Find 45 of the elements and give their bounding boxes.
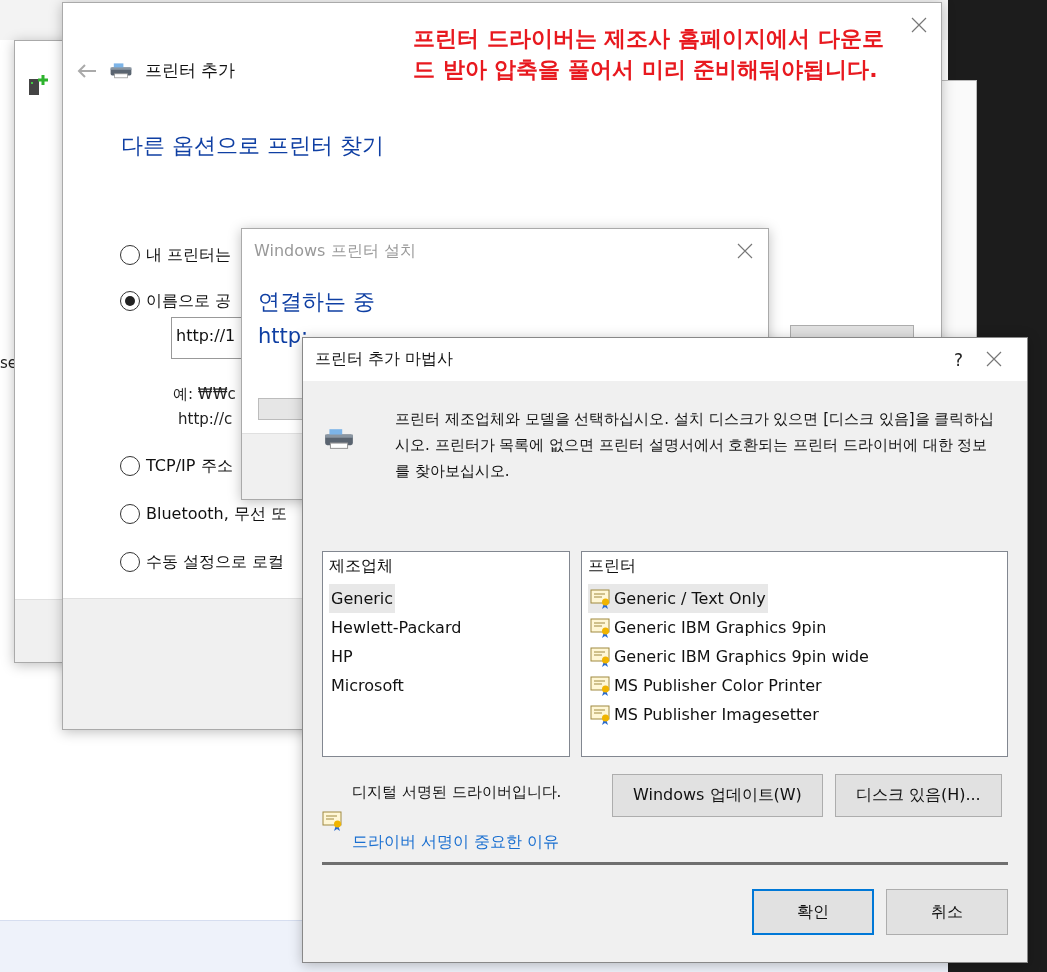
column-header: 프린터 [587, 556, 637, 577]
list-item[interactable]: MS Publisher Color Printer [587, 671, 824, 700]
window-title: 프린터 추가 [145, 59, 236, 82]
list-item[interactable]: Generic [329, 584, 396, 613]
list-item[interactable]: HP [329, 642, 355, 671]
printer-icon [109, 60, 133, 81]
example-text: 예: ₩₩c [173, 384, 236, 405]
signed-text: 디지털 서명된 드라이버입니다. [352, 783, 562, 802]
window-title: 프린터 추가 마법사 [315, 349, 455, 370]
list-item[interactable]: Microsoft [329, 671, 406, 700]
status-heading: 연결하는 중 [258, 288, 375, 316]
list-item[interactable]: Generic IBM Graphics 9pin [587, 613, 829, 642]
update-button[interactable]: Windows 업데이트(W) [612, 774, 823, 817]
printer-icon [323, 426, 355, 452]
certificate-icon [589, 645, 612, 668]
close-icon[interactable] [986, 351, 1002, 367]
certificate-icon [322, 810, 344, 832]
list-item[interactable]: MS Publisher Imagesetter [587, 700, 821, 729]
certificate-icon [589, 703, 612, 726]
description-text: 프린터 제조업체와 모델을 선택하십시오. 설치 디스크가 있으면 [디스크 있음]을 클릭하십시오. 프린터가 목록에 없으면 프린터 설명서에서 호환되는 프린터 드라이버에 대한 정보를 찾아보십시오. [395, 409, 995, 482]
example-text: http://c [178, 409, 233, 430]
cancel-button[interactable]: 취소 [886, 889, 1008, 935]
device-add-icon [28, 74, 50, 96]
option-label: TCP/IP 주소 [146, 455, 233, 477]
certificate-icon [589, 587, 612, 610]
ok-button[interactable]: 확인 [752, 889, 874, 935]
close-icon[interactable] [911, 17, 927, 33]
url-text: http: [258, 324, 309, 348]
help-link[interactable]: 드라이버 서명이 중요한 이유 [352, 832, 562, 853]
have-disk-button[interactable]: 디스크 있음(H)... [834, 774, 1002, 817]
page-heading: 다른 옵션으로 프린터 찾기 [121, 132, 384, 160]
column-header: 제조업체 [329, 556, 394, 577]
close-icon[interactable] [737, 243, 753, 259]
list-item[interactable]: Generic / Text Only [587, 584, 768, 613]
help-button[interactable]: ? [953, 349, 963, 370]
certificate-icon [589, 616, 612, 639]
certificate-icon [589, 674, 612, 697]
list-item[interactable]: Hewlett-Packard [329, 613, 464, 642]
option-label: 내 프린터는 [146, 244, 232, 266]
option-label: 수동 설정으로 로컬 [146, 551, 285, 573]
option-label: 이름으로 공 [146, 290, 232, 312]
annotation-text: 프린터 드라이버는 제조사 홈페이지에서 다운로드 받아 압축을 풀어서 미리 준비해둬야됩니다. [413, 25, 885, 84]
option-label: Bluetooth, 무선 또 [146, 503, 287, 525]
list-item[interactable]: Generic IBM Graphics 9pin wide [587, 642, 871, 671]
window-title: Windows 프린터 설치 [254, 241, 416, 262]
